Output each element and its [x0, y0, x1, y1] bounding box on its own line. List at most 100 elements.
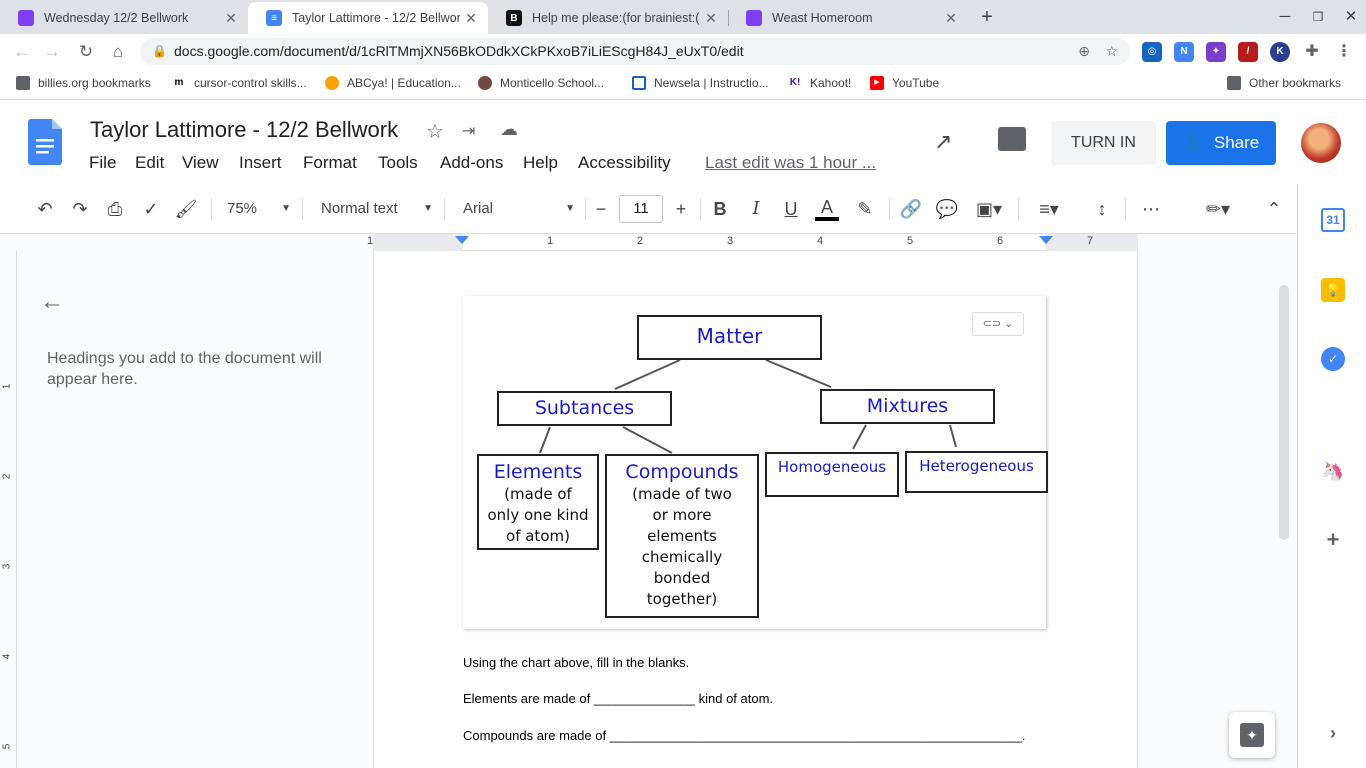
star-icon[interactable]: ☆ [426, 119, 444, 144]
redo-icon[interactable]: ↷ [68, 197, 92, 221]
show-side-panel-chevron-icon[interactable]: › [1321, 721, 1345, 745]
get-addons-plus-icon[interactable]: + [1321, 528, 1345, 552]
decrease-font-size-button[interactable]: − [590, 197, 612, 221]
highlight-icon[interactable]: ✎ [853, 197, 877, 221]
lock-icon: 🔒 [152, 44, 167, 58]
link-options-icon[interactable]: ⊂⊃ ⌄ [972, 312, 1024, 336]
address-bar[interactable]: 🔒 docs.google.com/document/d/1cRlTMmjXN5… [140, 38, 1130, 65]
collapse-menus-icon[interactable]: ⌃ [1262, 197, 1286, 221]
forward-icon[interactable]: → [40, 40, 64, 64]
new-tab-button[interactable]: + [972, 6, 1002, 28]
bold-icon[interactable]: B [709, 197, 731, 221]
zoom-icon[interactable]: ⊕ [1078, 38, 1090, 65]
other-bookmarks[interactable]: Other bookmarks [1227, 76, 1341, 90]
cloud-status-icon[interactable]: ☁ [500, 119, 518, 140]
menu-help[interactable]: Help [523, 153, 558, 173]
menu-format[interactable]: Format [303, 153, 357, 173]
bookmark-item[interactable]: ▶ YouTube [870, 76, 939, 90]
spellcheck-icon[interactable]: ✓ [139, 197, 163, 221]
bookmark-star-icon[interactable]: ☆ [1105, 38, 1118, 65]
extension-icon[interactable]: ◎ [1142, 42, 1162, 62]
avatar[interactable] [1301, 123, 1341, 163]
mixtures-box: Mixtures [820, 389, 995, 424]
share-button[interactable]: 👤 Share [1166, 121, 1276, 165]
comment-icon[interactable] [998, 127, 1026, 151]
close-window-icon[interactable]: ✕ [1336, 6, 1366, 28]
keep-icon[interactable]: 💡 [1321, 278, 1345, 302]
close-tab-icon[interactable]: ✕ [700, 10, 722, 27]
font-dropdown[interactable]: Arial ▼ [463, 197, 575, 221]
menu-addons[interactable]: Add-ons [440, 153, 503, 173]
editing-mode-icon[interactable]: ✏▾ [1198, 197, 1238, 221]
paragraph-elements-blank[interactable]: Elements are made of ______________ kind… [463, 691, 773, 706]
bookmark-item[interactable]: Monticello School... [478, 76, 604, 90]
close-outline-arrow-icon[interactable]: ← [40, 288, 64, 316]
browser-tab-1[interactable]: Wednesday 12/2 Bellwork ✕ [0, 2, 248, 34]
style-dropdown[interactable]: Normal text ▼ [321, 197, 433, 221]
browser-tab-2[interactable]: ≡ Taylor Lattimore - 12/2 Bellwork ✕ [248, 2, 488, 34]
menu-edit[interactable]: Edit [135, 153, 164, 173]
tasks-icon[interactable]: ✓ [1321, 347, 1345, 371]
font-size-input[interactable]: 11 [619, 195, 663, 223]
home-icon[interactable]: ⌂ [106, 40, 130, 64]
extension-pen-icon[interactable]: / [1238, 42, 1258, 62]
menu-file[interactable]: File [89, 153, 116, 173]
bookmark-item[interactable]: m cursor-control skills... [172, 76, 307, 90]
explore-icon: ✦ [1240, 723, 1264, 747]
extension-new-icon[interactable]: N [1174, 42, 1194, 62]
paragraph-compounds-blank[interactable]: Compounds are made of __________________… [463, 728, 1025, 743]
underline-icon[interactable]: U [780, 197, 802, 221]
bookmarks-bar: billies.org bookmarks m cursor-control sk… [0, 68, 1366, 100]
link-icon[interactable]: 🔗 [899, 197, 923, 221]
menu-tools[interactable]: Tools [378, 153, 418, 173]
extensions-puzzle-icon[interactable]: ✚ [1302, 42, 1322, 62]
last-edit-link[interactable]: Last edit was 1 hour ... [705, 153, 876, 173]
align-icon[interactable]: ≡▾ [1030, 197, 1068, 221]
turn-in-button[interactable]: TURN IN [1051, 121, 1156, 165]
menu-accessibility[interactable]: Accessibility [578, 153, 671, 173]
scrollbar-thumb[interactable] [1279, 285, 1289, 540]
document-title[interactable]: Taylor Lattimore - 12/2 Bellwork [90, 117, 398, 143]
close-tab-icon[interactable]: ✕ [460, 10, 482, 27]
line-spacing-icon[interactable]: ↕ [1090, 197, 1114, 221]
menu-insert[interactable]: Insert [239, 153, 282, 173]
extension-puzzle-icon[interactable]: ✦ [1206, 42, 1226, 62]
docs-logo-icon[interactable] [28, 119, 62, 165]
italic-icon[interactable]: I [745, 197, 767, 221]
menu-view[interactable]: View [182, 153, 219, 173]
increase-font-size-button[interactable]: + [670, 197, 692, 221]
paint-format-icon[interactable]: 🖌 [174, 197, 198, 221]
activity-trend-icon[interactable]: ↗ [934, 129, 952, 155]
paragraph-instructions[interactable]: Using the chart above, fill in the blank… [463, 655, 689, 670]
add-comment-icon[interactable]: 💬 [935, 197, 959, 221]
minimize-icon[interactable]: ─ [1270, 6, 1300, 28]
back-icon[interactable]: ← [10, 40, 34, 64]
close-tab-icon[interactable]: ✕ [940, 10, 962, 27]
restore-icon[interactable]: ❐ [1303, 6, 1333, 28]
calendar-icon[interactable]: 31 [1321, 208, 1345, 232]
explore-button[interactable]: ✦ [1229, 712, 1275, 758]
bookmark-item[interactable]: K! Kahoot! [788, 76, 852, 90]
right-indent-marker[interactable] [1039, 236, 1053, 244]
insert-image-icon[interactable]: ▣▾ [970, 197, 1008, 221]
move-folder-icon[interactable]: ⇥ [462, 121, 475, 141]
bookmark-item[interactable]: billies.org bookmarks [16, 76, 151, 90]
undo-icon[interactable]: ↶ [33, 197, 57, 221]
browser-tab-3[interactable]: B Help me please:(for brainiest:( - B ✕ [488, 2, 728, 34]
print-icon[interactable]: ⎙ [103, 197, 127, 221]
close-tab-icon[interactable]: ✕ [220, 10, 242, 27]
embedded-diagram-image[interactable]: ⊂⊃ ⌄ Matter Subtances Mixtures Elements … [463, 296, 1048, 629]
browser-tab-4[interactable]: Weast Homeroom ✕ [728, 2, 968, 34]
bookmark-item[interactable]: Newsela | Instructio... [632, 76, 769, 90]
extension-k-icon[interactable]: K [1270, 42, 1290, 62]
caret-down-icon: ▼ [423, 203, 433, 214]
vertical-ruler: 1 2 3 4 5 [0, 251, 17, 768]
more-options-icon[interactable]: ⋯ [1139, 197, 1163, 221]
text-color-icon[interactable]: A [815, 197, 839, 221]
reload-icon[interactable]: ↻ [74, 40, 98, 64]
left-indent-marker[interactable] [455, 236, 469, 244]
zoom-dropdown[interactable]: 75% ▼ [227, 197, 291, 221]
addon-unicorn-icon[interactable]: 🦄 [1321, 459, 1345, 483]
more-menu-icon[interactable]: ⋮ [1334, 42, 1354, 62]
bookmark-item[interactable]: ABCya! | Education... [325, 76, 461, 90]
